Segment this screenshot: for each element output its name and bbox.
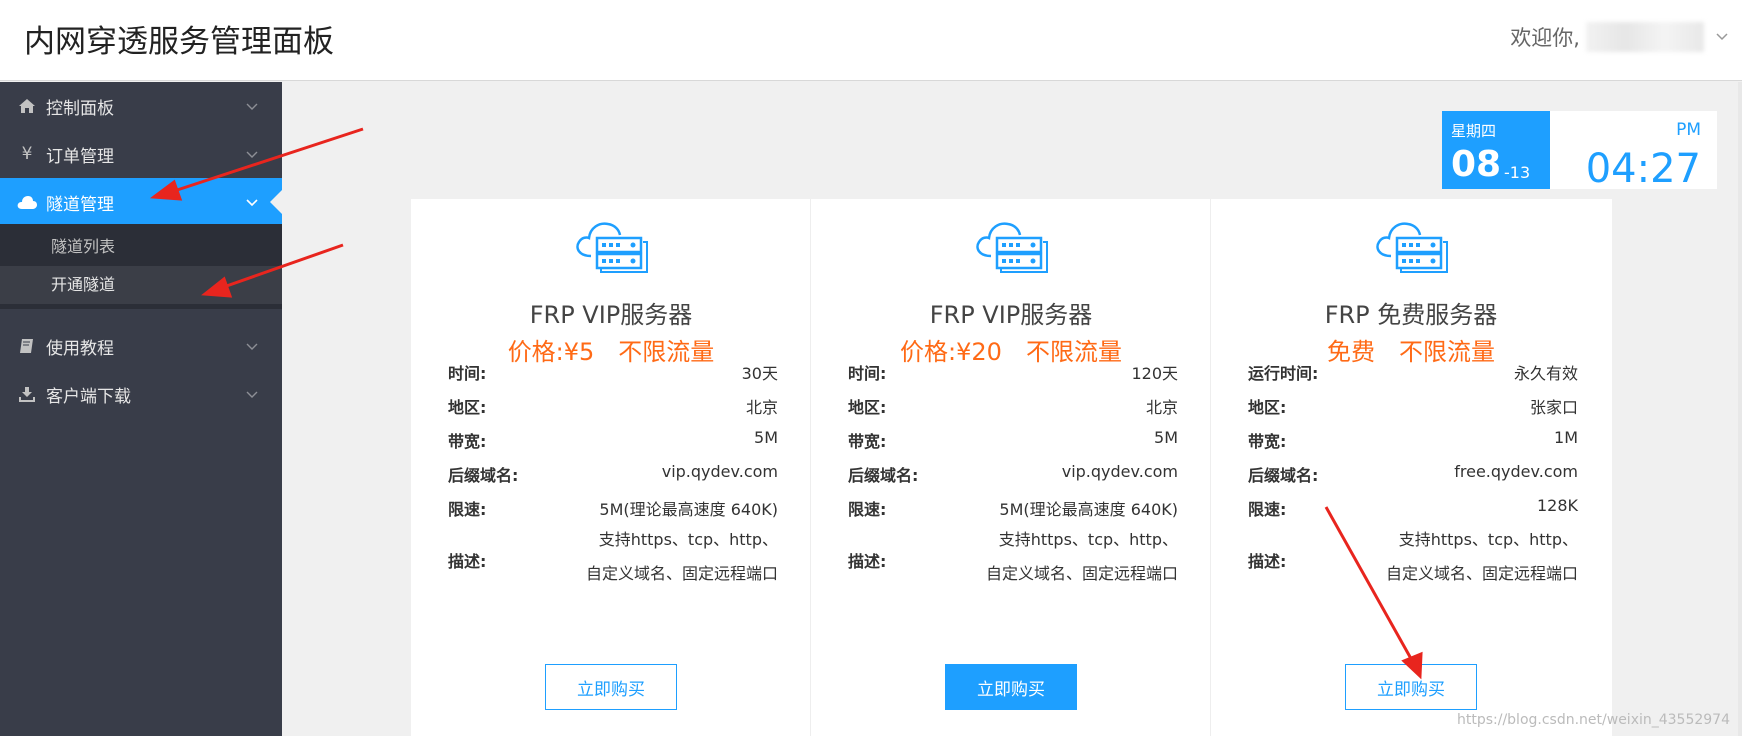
spec-label: 后缀域名:: [848, 466, 919, 485]
spec-label: 时间:: [848, 364, 887, 383]
spec-label: 限速:: [448, 500, 487, 519]
spec-value: 永久有效: [1513, 364, 1578, 383]
spec-value: free.qydev.com: [1454, 462, 1578, 481]
spec-value-line-2: 自定义域名、固定远程端口: [985, 564, 1178, 583]
month: -13: [1504, 163, 1531, 182]
spec-label: 带宽:: [1248, 432, 1287, 451]
spec-label: 地区:: [848, 398, 887, 417]
app-title: 内网穿透服务管理面板: [24, 24, 334, 60]
scrollbar[interactable]: [1738, 82, 1742, 736]
spec-value: 北京: [1145, 398, 1178, 417]
spec-label: 限速:: [848, 500, 887, 519]
plan-card-free: FRP 免费服务器 免费 不限流量 运行时间: 永久有效 地区: 张家口 带宽: 1M…: [1211, 199, 1611, 736]
spec-value: 5M: [1154, 428, 1178, 447]
clock-time: 04:27: [1585, 146, 1701, 192]
sidebar-item-label: 控制面板: [46, 98, 114, 119]
spec-label: 带宽:: [848, 432, 887, 451]
sidebar-item-client-download[interactable]: 客户端下载: [0, 370, 282, 418]
sidebar-item-label: 使用教程: [46, 338, 114, 359]
spec-value: 120天: [1131, 364, 1178, 383]
spec-label: 限速:: [1248, 500, 1287, 519]
date-panel: 星期四 08 -13: [1442, 111, 1550, 189]
spec-value: 张家口: [1529, 398, 1578, 417]
spec-value: 5M: [754, 428, 778, 447]
book-icon: [16, 338, 38, 354]
chevron-down-icon[interactable]: [1716, 30, 1728, 42]
spec-value: vip.qydev.com: [661, 462, 778, 481]
chevron-down-icon: [246, 103, 258, 110]
buy-now-button[interactable]: 立即购买: [545, 664, 677, 710]
cloud-server-icon: [576, 222, 648, 273]
user-menu[interactable]: 欢迎你,: [1510, 22, 1704, 52]
buy-now-button[interactable]: 立即购买: [1345, 664, 1477, 710]
spec-label: 后缀域名:: [448, 466, 519, 485]
home-icon: [16, 99, 38, 113]
chevron-down-icon: [246, 343, 258, 350]
sidebar-item-label: 隧道管理: [46, 194, 114, 215]
cloud-icon: [16, 195, 38, 209]
spec-label: 描述:: [448, 552, 487, 571]
sidebar-item-dashboard[interactable]: 控制面板: [0, 82, 282, 130]
top-header: 内网穿透服务管理面板 欢迎你,: [0, 0, 1742, 81]
spec-label: 后缀域名:: [1248, 466, 1319, 485]
spec-value: 30天: [741, 364, 778, 383]
spec-value: 1M: [1554, 428, 1578, 447]
date-time-widget: 星期四 08 -13 PM 04:27: [1442, 111, 1717, 192]
submenu-item-tunnel-list[interactable]: 隧道列表: [0, 228, 282, 266]
cloud-server-icon: [1376, 222, 1448, 273]
welcome-text: 欢迎你,: [1510, 26, 1580, 50]
plan-card-vip-5: FRP VIP服务器 价格:¥5 不限流量 时间: 30天 地区: 北京 带宽: 5M…: [411, 199, 811, 736]
spec-value-line-2: 自定义域名、固定远程端口: [1385, 564, 1578, 583]
spec-value-line-1: 支持https、tcp、http、: [998, 530, 1178, 549]
spec-value: 北京: [745, 398, 778, 417]
spec-label: 时间:: [448, 364, 487, 383]
spec-value: 5M(理论最高速度 640K): [599, 500, 778, 519]
spec-value-line-1: 支持https、tcp、http、: [1398, 530, 1578, 549]
spec-value: vip.qydev.com: [1061, 462, 1178, 481]
plan-cards: FRP VIP服务器 价格:¥5 不限流量 时间: 30天 地区: 北京 带宽: 5M…: [411, 199, 1612, 736]
spec-label: 带宽:: [448, 432, 487, 451]
sidebar-item-label: 订单管理: [46, 146, 114, 167]
sidebar: 控制面板 ¥ 订单管理 隧道管理 隧道列表 开通隧道 使用教程 客户端下载: [0, 82, 282, 736]
plan-card-vip-20: FRP VIP服务器 价格:¥20 不限流量 时间: 120天 地区: 北京 带宽:…: [811, 199, 1211, 736]
weekday: 星期四: [1451, 122, 1497, 140]
chevron-down-icon: [246, 151, 258, 158]
submenu-item-open-tunnel[interactable]: 开通隧道: [0, 266, 282, 304]
download-icon: [16, 386, 38, 402]
spec-label: 地区:: [1248, 398, 1287, 417]
spec-value-line-1: 支持https、tcp、http、: [598, 530, 778, 549]
sidebar-item-label: 客户端下载: [46, 386, 131, 407]
cloud-server-icon: [976, 222, 1048, 273]
spec-label: 描述:: [848, 552, 887, 571]
plan-title: FRP VIP服务器: [929, 301, 1093, 329]
watermark: https://blog.csdn.net/weixin_43552974: [1456, 712, 1730, 728]
yen-icon: ¥: [21, 144, 33, 164]
spec-label: 运行时间:: [1248, 364, 1319, 383]
active-indicator: [270, 190, 282, 214]
sidebar-item-orders[interactable]: ¥ 订单管理: [0, 130, 282, 178]
tunnels-submenu: 隧道列表 开通隧道: [0, 224, 282, 309]
spec-label: 描述:: [1248, 552, 1287, 571]
buy-now-button[interactable]: 立即购买: [945, 664, 1077, 710]
sidebar-item-tutorial[interactable]: 使用教程: [0, 322, 282, 370]
redacted-username: [1586, 22, 1704, 52]
day-number: 08: [1451, 144, 1502, 185]
spec-value: 128K: [1536, 496, 1578, 515]
plan-title: FRP VIP服务器: [529, 301, 693, 329]
spec-value-line-2: 自定义域名、固定远程端口: [585, 564, 778, 583]
spec-value: 5M(理论最高速度 640K): [999, 500, 1178, 519]
chevron-down-icon: [246, 391, 258, 398]
sidebar-item-tunnels[interactable]: 隧道管理: [0, 178, 282, 226]
plan-title: FRP 免费服务器: [1324, 301, 1498, 329]
chevron-down-icon: [246, 199, 258, 207]
ampm: PM: [1676, 120, 1701, 140]
spec-label: 地区:: [448, 398, 487, 417]
